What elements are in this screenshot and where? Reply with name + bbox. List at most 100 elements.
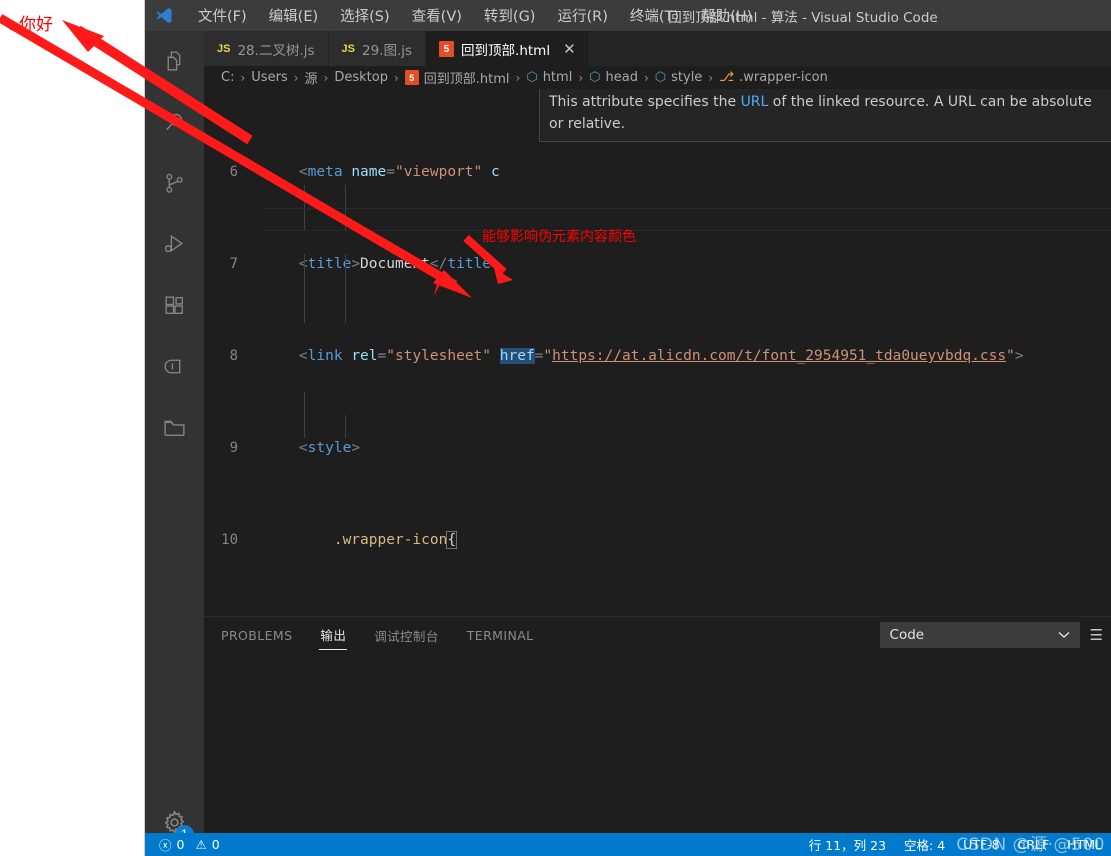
title-bar: 文件(F) 编辑(E) 选择(S) 查看(V) 转到(G) 运行(R) 终端(T… xyxy=(145,0,1111,31)
close-icon[interactable]: ✕ xyxy=(563,41,576,57)
menu-terminal[interactable]: 终端(T) xyxy=(619,2,690,29)
breadcrumb-label: Desktop xyxy=(334,70,388,85)
menu-select[interactable]: 选择(S) xyxy=(329,2,401,29)
wrapper-icon-rendered: ∧你好 xyxy=(8,10,53,35)
breadcrumb-separator: › xyxy=(515,70,521,85)
panel-tab-terminal[interactable]: TERMINAL xyxy=(466,623,535,648)
breadcrumb-item-user[interactable]: 源 xyxy=(305,68,318,87)
menu-bar[interactable]: 文件(F) 编辑(E) 选择(S) 查看(V) 转到(G) 运行(R) 终端(T… xyxy=(187,2,763,29)
menu-view[interactable]: 查看(V) xyxy=(401,2,473,29)
breadcrumb-item-users[interactable]: Users xyxy=(251,70,287,85)
panel-tab-debug-console[interactable]: 调试控制台 xyxy=(373,621,440,650)
tab-bar: JS 28.二叉树.js JS 29.图.js 5 回到顶部.html ✕ xyxy=(204,31,1111,66)
line-source: <meta name="viewport" c xyxy=(264,164,500,180)
panel-tab-output[interactable]: 输出 xyxy=(319,620,348,650)
href-attribute[interactable]: href xyxy=(499,348,535,364)
indent-guide xyxy=(345,415,346,438)
breadcrumb-label: C: xyxy=(221,70,235,85)
vscode-logo-icon xyxy=(151,5,177,27)
explorer-icon[interactable] xyxy=(145,31,204,92)
js-file-icon: JS xyxy=(341,42,355,55)
tooltip-keyword: URL xyxy=(740,94,769,110)
csdn-watermark: CSDN @源·@500 xyxy=(956,835,1105,855)
tab-label: 28.二叉树.js xyxy=(237,42,315,59)
indent-guide xyxy=(304,185,305,231)
arrow-up-icon: ∧ xyxy=(8,16,19,34)
output-channel-select[interactable]: Code xyxy=(879,622,1080,648)
tab-28-binary-tree[interactable]: JS 28.二叉树.js xyxy=(204,31,329,66)
menu-file[interactable]: 文件(F) xyxy=(187,2,258,29)
breadcrumb-separator: › xyxy=(393,70,399,85)
activity-bar: 1 xyxy=(145,31,204,856)
run-debug-icon[interactable] xyxy=(145,214,204,275)
chevron-down-icon xyxy=(1058,627,1070,643)
line-source: .wrapper-icon{ xyxy=(264,531,458,549)
breadcrumb-item-file[interactable]: 5 回到顶部.html xyxy=(404,68,510,87)
indent-guide xyxy=(304,392,305,438)
breadcrumb-separator: › xyxy=(578,70,584,85)
status-bar: ⓧ 0 ⚠ 0 行 11，列 23 空格: 4 UTF-8 CRLF HTML … xyxy=(145,833,1111,856)
line-source: <style> xyxy=(264,440,361,456)
code-editor[interactable]: 6 <meta name="viewport" c 7 <title>Docum… xyxy=(204,89,1111,616)
screenshot-root: ∧你好 文件(F) 编辑(E) 选择(S) 查看(V) 转到(G) 运行(R) … xyxy=(0,0,1111,856)
panel-tab-problems[interactable]: PROBLEMS xyxy=(220,623,293,648)
menu-run[interactable]: 运行(R) xyxy=(546,2,618,29)
vscode-window: 文件(F) 编辑(E) 选择(S) 查看(V) 转到(G) 运行(R) 终端(T… xyxy=(145,0,1111,856)
code-line-9: 9 <style> xyxy=(204,437,1111,460)
breadcrumb-separator: › xyxy=(643,70,649,85)
extensions-icon[interactable] xyxy=(145,275,204,336)
menu-edit[interactable]: 编辑(E) xyxy=(258,2,329,29)
breadcrumb: C: › Users › 源 › Desktop › 5 回到顶部.html ›… xyxy=(204,66,1111,89)
line-source: <link rel="stylesheet" href="https://at.… xyxy=(264,348,1024,364)
tab-29-graph[interactable]: JS 29.图.js xyxy=(328,31,427,66)
breadcrumb-separator: › xyxy=(323,70,329,85)
indent-guide xyxy=(345,185,346,231)
panel-tab-bar: PROBLEMS 输出 调试控制台 TERMINAL Code ☰ xyxy=(204,617,1111,653)
line-number: 10 xyxy=(221,532,238,548)
panel-actions: Code ☰ xyxy=(879,617,1111,653)
breadcrumb-label: 源 xyxy=(304,72,318,87)
editor-group: JS 28.二叉树.js JS 29.图.js 5 回到顶部.html ✕ C:… xyxy=(204,31,1111,856)
cube-icon: ⬡ xyxy=(654,70,667,85)
menu-go[interactable]: 转到(G) xyxy=(473,2,547,29)
breadcrumb-label: head xyxy=(605,70,638,85)
css-selector-icon: ⎇ xyxy=(719,70,735,85)
hover-tooltip: This attribute specifies the URL of the … xyxy=(539,89,1111,142)
line-number: 8 xyxy=(229,348,238,364)
status-cursor-position[interactable]: 行 11，列 23 xyxy=(800,835,895,854)
code-content: 6 <meta name="viewport" c 7 <title>Docum… xyxy=(204,89,1111,616)
warning-icon: ⚠ xyxy=(195,837,207,852)
status-problems[interactable]: ⓧ 0 ⚠ 0 xyxy=(145,835,220,854)
browser-page: ∧你好 xyxy=(0,0,145,856)
cube-icon: ⬡ xyxy=(589,70,601,85)
breadcrumb-item-selector[interactable]: ⎇ .wrapper-icon xyxy=(719,70,828,85)
warning-count: 0 xyxy=(211,837,220,852)
stylesheet-url-link[interactable]: https://at.alicdn.com/t/font_2954951_tda… xyxy=(552,348,1006,364)
folder-icon[interactable] xyxy=(145,397,204,458)
status-indentation[interactable]: 空格: 4 xyxy=(895,835,954,854)
breadcrumb-item-desktop[interactable]: Desktop xyxy=(334,70,388,85)
js-file-icon: JS xyxy=(217,42,231,55)
clear-output-icon[interactable]: ☰ xyxy=(1088,626,1105,644)
menu-help[interactable]: 帮助(H) xyxy=(690,2,763,29)
indent-guide xyxy=(304,254,305,323)
tab-label: 29.图.js xyxy=(361,42,413,59)
search-icon[interactable] xyxy=(145,92,204,153)
code-line-6: 6 <meta name="viewport" c xyxy=(204,161,1111,184)
bottom-panel: PROBLEMS 输出 调试控制台 TERMINAL Code ☰ xyxy=(204,616,1111,856)
breadcrumb-item-head[interactable]: ⬡ head xyxy=(589,70,638,85)
code-red-annotation: 能够影响伪元素内容颜色 xyxy=(482,229,636,245)
breadcrumb-item-drive[interactable]: C: xyxy=(221,70,234,85)
breadcrumb-label: 回到顶部.html xyxy=(423,72,510,87)
breadcrumb-label: Users xyxy=(251,70,288,85)
breadcrumb-separator: › xyxy=(708,70,714,85)
source-control-icon[interactable] xyxy=(145,153,204,214)
code-line-7: 7 <title>Document</title> xyxy=(204,253,1111,276)
error-icon: ⓧ xyxy=(159,838,172,853)
html5-file-icon: 5 xyxy=(404,70,419,85)
remote-explorer-icon[interactable] xyxy=(145,336,204,397)
breadcrumb-item-style[interactable]: ⬡ style xyxy=(655,70,703,85)
tab-back-to-top-html[interactable]: 5 回到顶部.html ✕ xyxy=(426,31,590,66)
tooltip-text-before: This attribute specifies the xyxy=(549,94,741,110)
breadcrumb-item-html[interactable]: ⬡ html xyxy=(526,70,572,85)
